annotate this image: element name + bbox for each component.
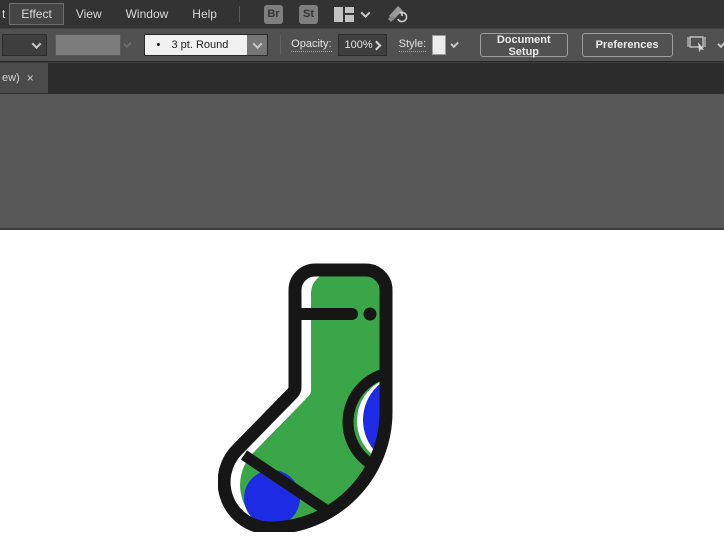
menu-bar: t Effect View Window Help Br St xyxy=(0,0,724,28)
opacity-field[interactable]: 100% xyxy=(337,34,387,56)
stock-icon[interactable]: St xyxy=(298,4,318,24)
brush-dropdown-button[interactable] xyxy=(247,35,268,55)
gpu-performance-glyph xyxy=(387,6,408,23)
variant-dropdown[interactable] xyxy=(2,34,47,56)
close-icon[interactable]: × xyxy=(27,71,34,85)
document-tab[interactable]: ew) × xyxy=(0,63,48,93)
document-tab-bar: ew) × xyxy=(0,62,724,94)
bridge-icon[interactable]: Br xyxy=(263,4,283,24)
menu-item-effect[interactable]: Effect xyxy=(9,3,64,25)
opacity-value: 100% xyxy=(344,39,373,51)
chevron-down-icon xyxy=(31,38,42,49)
chevron-down-icon[interactable] xyxy=(450,39,460,48)
workspace-pane xyxy=(344,6,354,13)
style-label[interactable]: Style: xyxy=(398,38,427,52)
menu-item-partial[interactable]: t xyxy=(0,7,9,21)
canvas-area xyxy=(0,94,724,559)
artboard[interactable] xyxy=(0,230,724,559)
controlbar-separator xyxy=(280,35,282,55)
menu-item-window[interactable]: Window xyxy=(114,3,181,25)
brush-definition-dropdown[interactable]: • 3 pt. Round xyxy=(144,34,269,56)
preferences-button[interactable]: Preferences xyxy=(581,33,673,57)
menu-item-help[interactable]: Help xyxy=(180,3,229,25)
chevron-down-icon[interactable] xyxy=(360,7,371,18)
workspace-pane xyxy=(344,15,354,22)
brush-name: 3 pt. Round xyxy=(171,39,229,51)
artboard-glyph xyxy=(686,35,706,52)
pasteboard[interactable] xyxy=(0,94,724,228)
sock-illustration[interactable] xyxy=(218,262,398,532)
control-bar: • 3 pt. Round Opacity: 100% Style: Docum… xyxy=(0,28,724,62)
sock-cuff-dot xyxy=(363,307,377,321)
document-tab-label: ew) xyxy=(2,72,20,84)
brush-preview: • 3 pt. Round xyxy=(145,35,248,55)
document-setup-button[interactable]: Document Setup xyxy=(479,33,568,58)
illustrator-window: t Effect View Window Help Br St • 3 pt. … xyxy=(0,0,724,559)
opacity-label[interactable]: Opacity: xyxy=(291,38,332,52)
chevron-down-icon[interactable] xyxy=(123,39,133,48)
menu-item-view[interactable]: View xyxy=(64,3,114,25)
brush-dot-icon: • xyxy=(156,39,161,51)
chevron-down-icon[interactable] xyxy=(716,39,724,48)
chevron-down-icon xyxy=(252,38,263,49)
stroke-swatch[interactable] xyxy=(54,34,122,56)
workspace-switcher-icon[interactable] xyxy=(333,6,354,22)
gpu-performance-icon[interactable] xyxy=(387,4,409,24)
style-swatch[interactable] xyxy=(432,35,447,55)
menubar-separator xyxy=(238,6,240,22)
artboard-tool-icon[interactable] xyxy=(686,34,713,57)
workspace-pane xyxy=(333,6,343,22)
